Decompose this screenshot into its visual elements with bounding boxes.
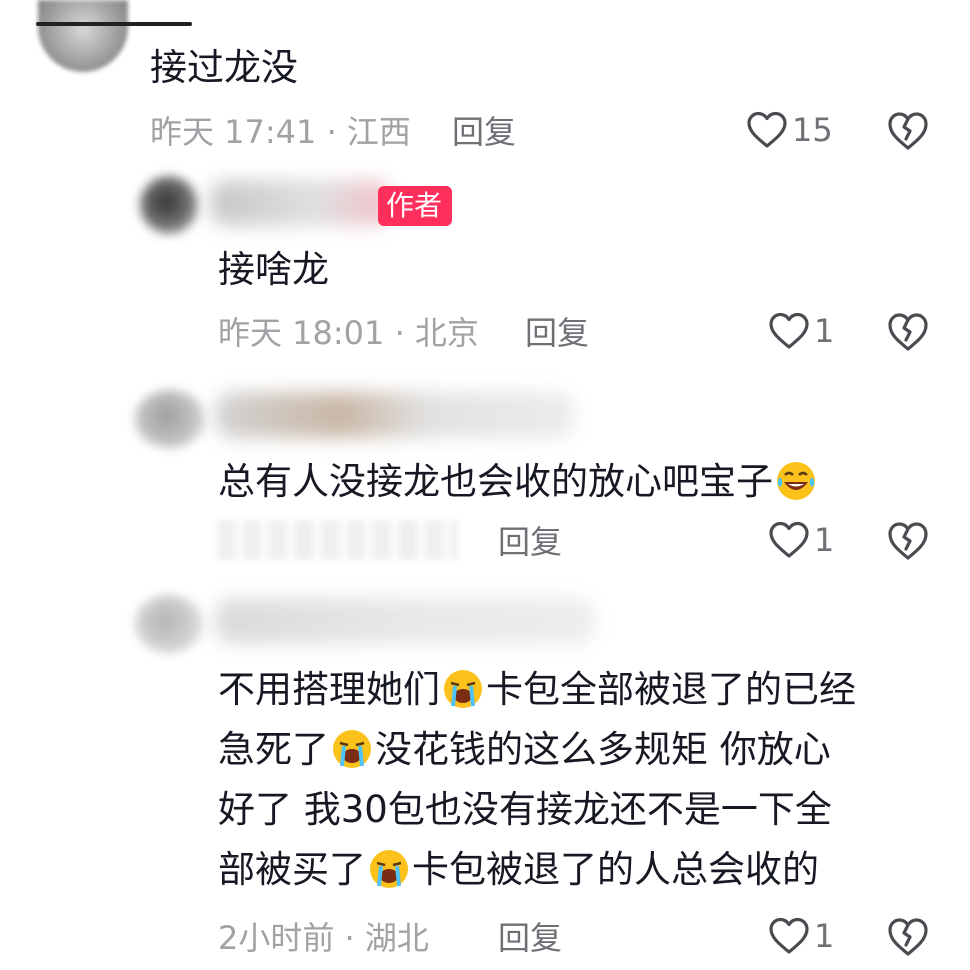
broken-heart-icon[interactable] [886,311,930,353]
like-count: 15 [792,111,833,149]
comment-meta: 昨天 18:01 · 北京 [218,314,479,352]
broken-heart-icon[interactable] [886,916,930,958]
avatar[interactable] [135,390,205,448]
comment-meta: 昨天 17:41 · 江西 [150,113,411,151]
reply-button[interactable]: 回复 [498,522,562,562]
heart-outline-icon [768,520,810,560]
comment-text-segment: 没花钱的这么多规矩 你放心 [375,728,831,771]
heart-outline-icon [746,110,788,150]
like-button[interactable]: 15 [746,110,833,150]
comment-meta-blurred [218,520,458,560]
broken-heart-icon[interactable] [886,520,930,562]
comment-meta: 2小时前 · 湖北 [218,919,429,957]
comment-text-segment: 不用搭理她们 [218,668,440,711]
tears-of-joy-emoji [777,462,815,500]
comment-text-segment: 总有人没接龙也会收的放心吧宝子 [218,460,773,503]
author-badge: 作者 [378,186,453,226]
top-divider [36,22,192,26]
comment-text-line: 好了 我30包也没有接龙还不是一下全 [218,788,832,831]
avatar[interactable] [140,176,198,234]
avatar[interactable] [38,0,128,72]
like-count: 1 [814,312,835,350]
comment-text: 接啥龙 [218,248,329,291]
like-count: 1 [814,521,835,559]
comment-text-segment: 急死了 [218,728,329,771]
comment-text-segment: 卡包被退了的人总会收的 [412,848,819,891]
like-count: 1 [814,917,835,955]
loudly-crying-emoji [444,670,482,708]
username-blurred[interactable] [215,598,595,644]
like-button[interactable]: 1 [768,520,834,560]
reply-button[interactable]: 回复 [452,112,516,152]
comment-section: 接过龙没 昨天 17:41 · 江西 回复 15 作者 接啥龙 昨天 18:01… [0,0,970,970]
loudly-crying-emoji [370,850,408,888]
comment-text: 总有人没接龙也会收的放心吧宝子 [218,452,819,512]
heart-outline-icon [768,311,810,351]
comment-text-line: 不用搭理她们 卡包全部被退了的已经 [218,660,856,720]
comment-text-line: 急死了 没花钱的这么多规矩 你放心 [218,720,831,780]
heart-outline-icon [768,916,810,956]
reply-button[interactable]: 回复 [525,313,589,353]
comment-text-segment: 部被买了 [218,848,366,891]
like-button[interactable]: 1 [768,311,834,351]
comment-text-segment: 卡包全部被退了的已经 [486,668,856,711]
comment-text: 接过龙没 [150,46,298,89]
broken-heart-icon[interactable] [886,110,930,152]
like-button[interactable]: 1 [768,916,834,956]
username-blurred[interactable] [215,392,575,438]
reply-button[interactable]: 回复 [498,918,562,958]
comment-text-line: 部被买了 卡包被退了的人总会收的 [218,840,819,900]
loudly-crying-emoji [333,730,371,768]
avatar[interactable] [135,595,203,653]
username-blurred[interactable] [210,180,390,226]
